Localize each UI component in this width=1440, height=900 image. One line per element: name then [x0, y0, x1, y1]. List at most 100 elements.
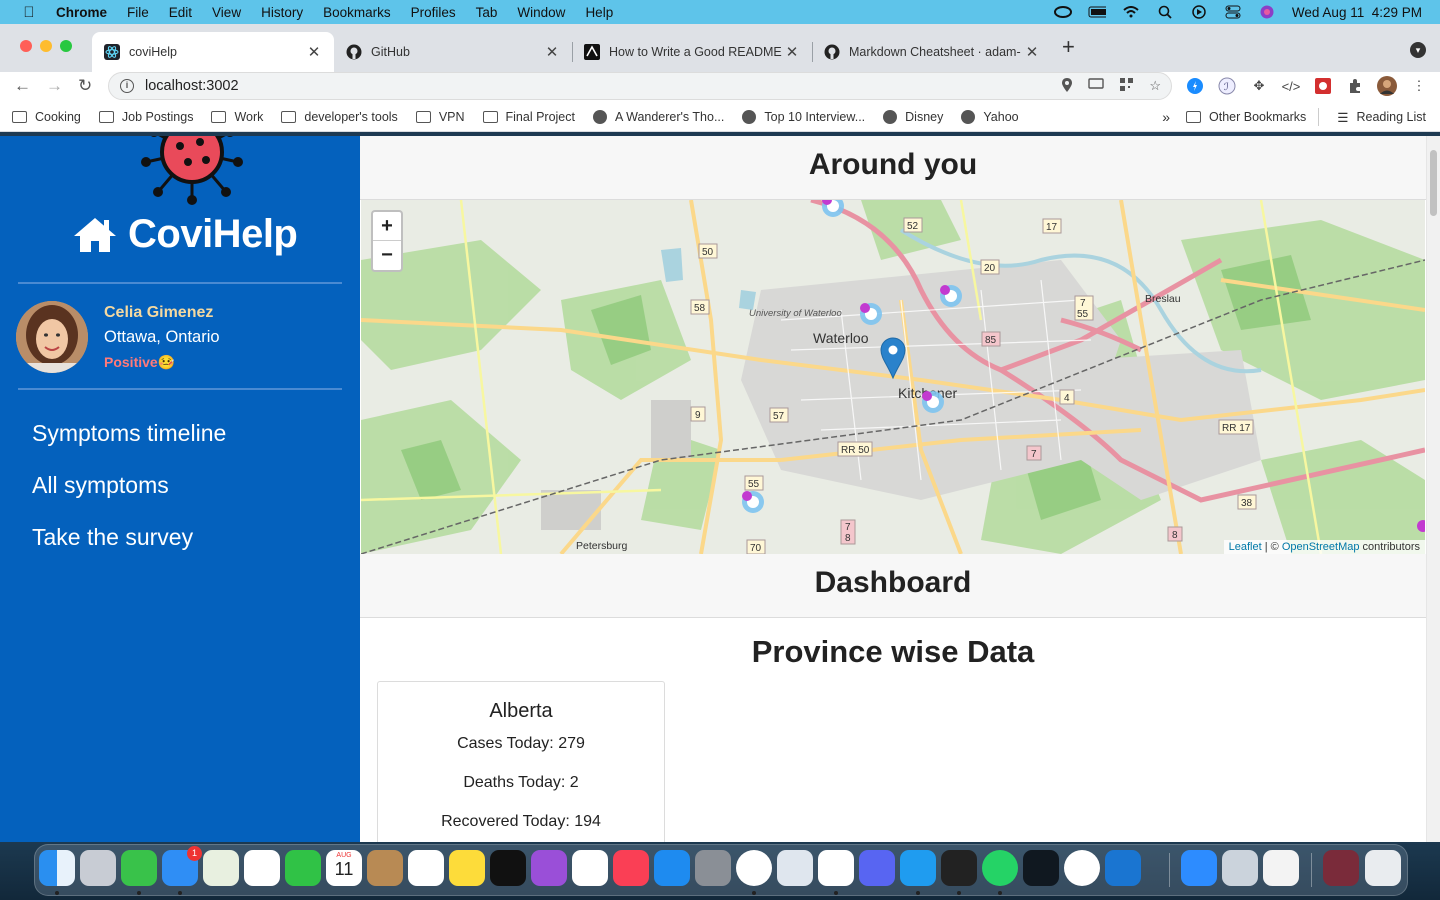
- qr-code-icon[interactable]: [1120, 78, 1134, 95]
- menu-edit[interactable]: Edit: [169, 5, 192, 20]
- messages-icon[interactable]: [121, 850, 157, 886]
- tab-readme-article[interactable]: How to Write a Good README ✕: [572, 32, 812, 72]
- bookmark-other[interactable]: Other Bookmarks: [1186, 110, 1306, 124]
- red-extension-icon[interactable]: [1312, 76, 1334, 96]
- zoom-in-button[interactable]: +: [373, 212, 401, 241]
- close-tab-icon[interactable]: ✕: [784, 43, 800, 61]
- puzzle-extensions-icon[interactable]: [1344, 76, 1366, 96]
- vscode-icon[interactable]: [900, 850, 936, 886]
- bookmark-folder-developer-tools[interactable]: developer's tools: [281, 110, 398, 124]
- textedit-icon[interactable]: [1263, 850, 1299, 886]
- creative-cloud-icon[interactable]: [1053, 5, 1072, 19]
- close-tab-icon[interactable]: ✕: [306, 43, 322, 61]
- messenger-icon[interactable]: [1064, 850, 1100, 886]
- nav-take-survey[interactable]: Take the survey: [32, 524, 193, 551]
- tab-markdown-cheatsheet[interactable]: Markdown Cheatsheet · adam- ✕: [812, 32, 1052, 72]
- close-tab-icon[interactable]: ✕: [1024, 43, 1040, 61]
- finder-icon[interactable]: [39, 850, 75, 886]
- battery-icon[interactable]: [1088, 5, 1106, 19]
- menu-view[interactable]: View: [212, 5, 241, 20]
- music-icon[interactable]: [613, 850, 649, 886]
- wifi-icon[interactable]: [1122, 5, 1140, 19]
- apple-tv-icon[interactable]: [490, 850, 526, 886]
- trello-icon[interactable]: [1105, 850, 1141, 886]
- menu-history[interactable]: History: [261, 5, 303, 20]
- location-icon[interactable]: [1062, 78, 1073, 95]
- tab-covihelp[interactable]: coviHelp ✕: [92, 32, 334, 72]
- address-bar[interactable]: i localhost:3002 ☆: [108, 72, 1172, 100]
- whatsapp-icon[interactable]: [982, 850, 1018, 886]
- page-scrollbar[interactable]: [1426, 136, 1440, 842]
- chrome-icon[interactable]: [736, 850, 772, 886]
- downloads-stack-icon[interactable]: [1323, 850, 1359, 886]
- new-tab-button[interactable]: +: [1062, 34, 1075, 60]
- bookmark-folder-work[interactable]: Work: [211, 110, 263, 124]
- zoom-out-button[interactable]: −: [373, 241, 401, 270]
- screen-record-icon[interactable]: [1190, 5, 1208, 19]
- zoom-window-button[interactable]: [60, 40, 72, 52]
- calendar-icon[interactable]: AUG 11: [326, 850, 362, 886]
- menu-bookmarks[interactable]: Bookmarks: [323, 5, 391, 20]
- terminal-icon[interactable]: [941, 850, 977, 886]
- maps-icon[interactable]: [203, 850, 239, 886]
- facetime-icon[interactable]: [285, 850, 321, 886]
- siri-icon[interactable]: [1258, 5, 1276, 19]
- bookmark-yahoo[interactable]: Yahoo: [961, 109, 1019, 124]
- contacts-icon[interactable]: [367, 850, 403, 886]
- preview-icon[interactable]: [1222, 850, 1258, 886]
- apple-icon[interactable]: : [20, 4, 38, 21]
- forward-arrow-icon[interactable]: →: [46, 76, 63, 96]
- bookmark-folder-job-postings[interactable]: Job Postings: [98, 110, 193, 124]
- avatar[interactable]: [16, 301, 88, 373]
- nav-all-symptoms[interactable]: All symptoms: [32, 472, 169, 499]
- control-center-icon[interactable]: [1224, 5, 1242, 19]
- close-window-button[interactable]: [20, 40, 32, 52]
- bookmark-star-icon[interactable]: ☆: [1149, 78, 1161, 95]
- osm-link[interactable]: OpenStreetMap: [1282, 541, 1360, 553]
- bookmark-folder-vpn[interactable]: VPN: [415, 110, 465, 124]
- tab-github[interactable]: GitHub ✕: [334, 32, 572, 72]
- code-icon[interactable]: </>: [1280, 76, 1302, 96]
- back-arrow-icon[interactable]: ←: [14, 76, 31, 96]
- nav-symptoms-timeline[interactable]: Symptoms timeline: [32, 420, 226, 447]
- menu-tab[interactable]: Tab: [476, 5, 498, 20]
- system-preferences-icon[interactable]: [695, 850, 731, 886]
- menu-clock[interactable]: Wed Aug 11 4:29 PM: [1292, 5, 1422, 20]
- profile-avatar-icon[interactable]: [1376, 76, 1398, 96]
- discord-icon[interactable]: [859, 850, 895, 886]
- app-store-icon[interactable]: [654, 850, 690, 886]
- trash-icon[interactable]: [1365, 850, 1401, 886]
- more-bookmarks-chevron-icon[interactable]: »: [1162, 109, 1170, 125]
- menu-app-name[interactable]: Chrome: [56, 5, 107, 20]
- bookmark-folder-final-project[interactable]: Final Project: [482, 110, 575, 124]
- bookmark-wanderer[interactable]: A Wanderer's Tho...: [593, 109, 724, 124]
- launchpad-icon[interactable]: [80, 850, 116, 886]
- bitwarden-icon[interactable]: [1184, 76, 1206, 96]
- cast-icon[interactable]: [1088, 78, 1105, 95]
- bookmark-disney[interactable]: Disney: [883, 109, 943, 124]
- quicktime-icon[interactable]: [777, 850, 813, 886]
- tab-search-icon[interactable]: ▾: [1410, 42, 1426, 58]
- podcasts-icon[interactable]: [531, 850, 567, 886]
- iterm-icon[interactable]: [1023, 850, 1059, 886]
- chrome-menu-icon[interactable]: ⋮: [1408, 76, 1430, 96]
- notes-icon[interactable]: [449, 850, 485, 886]
- menu-file[interactable]: File: [127, 5, 149, 20]
- zoom-icon[interactable]: [1181, 850, 1217, 886]
- menu-window[interactable]: Window: [517, 5, 565, 20]
- bookmark-top10-interview[interactable]: Top 10 Interview...: [742, 109, 865, 124]
- news-icon[interactable]: [572, 850, 608, 886]
- reminders-icon[interactable]: [408, 850, 444, 886]
- reading-list[interactable]: ☰ Reading List: [1337, 110, 1426, 125]
- copy-extension-icon[interactable]: ℐ: [1216, 76, 1238, 96]
- brand[interactable]: CoviHelp: [72, 212, 298, 257]
- leaflet-link[interactable]: Leaflet: [1229, 541, 1262, 553]
- address-url[interactable]: localhost:3002: [145, 78, 239, 94]
- site-info-icon[interactable]: i: [120, 79, 134, 93]
- scrollbar-thumb[interactable]: [1430, 150, 1437, 216]
- spotlight-search-icon[interactable]: [1156, 5, 1174, 19]
- menu-profiles[interactable]: Profiles: [411, 5, 456, 20]
- menu-help[interactable]: Help: [585, 5, 613, 20]
- bookmark-folder-cooking[interactable]: Cooking: [12, 110, 81, 124]
- mail-icon[interactable]: 1: [162, 846, 202, 886]
